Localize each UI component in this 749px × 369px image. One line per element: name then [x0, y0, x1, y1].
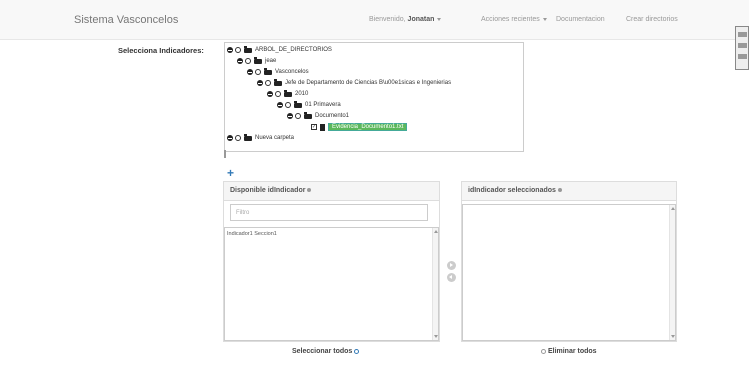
tree-node-label: 2010 — [295, 91, 309, 97]
selected-list[interactable] — [462, 204, 676, 341]
selected-title: idIndicador seleccionados — [468, 187, 556, 194]
tree-node-label: Jefe de Departamento de Ciencias B\u00e1… — [285, 80, 452, 86]
navbar: Sistema Vasconcelos Bienvenido, Jonatan … — [0, 0, 749, 40]
tree-node-label: jeae — [265, 58, 277, 64]
tree-node-selected[interactable]: ✓ Evidencia_Documento1.txt — [311, 122, 408, 132]
folder-icon — [254, 56, 262, 64]
filter-input[interactable]: Filtro — [230, 204, 428, 221]
collapse-icon[interactable] — [267, 91, 273, 97]
checkbox[interactable] — [235, 135, 241, 141]
checkbox[interactable] — [285, 102, 291, 108]
collapse-icon[interactable] — [287, 113, 293, 119]
chevron-down-icon — [437, 17, 442, 21]
checkbox[interactable] — [235, 47, 241, 53]
checkbox[interactable] — [245, 58, 251, 64]
tree-node[interactable]: Nueva carpeta — [227, 133, 294, 143]
tree-node[interactable]: Jefe de Departamento de Ciencias B\u00e1… — [257, 78, 451, 88]
scrollbar[interactable] — [669, 205, 675, 340]
recent-actions-menu[interactable]: Acciones recientes — [481, 16, 547, 23]
checkbox-checked[interactable]: ✓ — [311, 124, 317, 130]
chevron-down-icon — [542, 17, 547, 21]
tree-node[interactable]: Documento1 — [287, 111, 349, 121]
select-all-icon — [354, 348, 360, 354]
tree-node-label: Vasconcelos — [275, 69, 309, 75]
scrollbar[interactable] — [432, 228, 438, 340]
documentation-link[interactable]: Documentacion — [556, 16, 605, 23]
info-icon — [557, 188, 562, 193]
selected-panel: idIndicador seleccionados — [461, 181, 677, 342]
available-list[interactable]: Indicador1 Seccion1 — [224, 227, 439, 341]
remove-all-button[interactable]: Eliminar todos — [541, 348, 597, 355]
collapse-icon[interactable] — [277, 102, 283, 108]
tree-node[interactable]: jeae — [237, 56, 276, 66]
tree-node-label: 01 Primavera — [305, 102, 341, 108]
username: Jonatan — [407, 16, 435, 23]
move-left-button[interactable] — [447, 273, 456, 282]
user-menu[interactable]: Bienvenido, Jonatan — [369, 16, 442, 23]
folder-icon — [244, 45, 252, 53]
selected-header: idIndicador seleccionados — [462, 182, 676, 201]
collapse-icon[interactable] — [227, 135, 233, 141]
tree-node[interactable]: 2010 — [267, 89, 308, 99]
collapse-icon[interactable] — [237, 58, 243, 64]
folder-icon — [284, 89, 292, 97]
create-directories-link[interactable]: Crear directorios — [626, 16, 678, 23]
checkbox[interactable] — [265, 80, 271, 86]
select-all-button[interactable]: Seleccionar todos — [292, 348, 360, 355]
tree-node-label: Nueva carpeta — [255, 135, 295, 141]
select-all-label: Seleccionar todos — [292, 348, 353, 355]
brand[interactable]: Sistema Vasconcelos — [74, 14, 178, 26]
checkbox[interactable] — [275, 91, 281, 97]
indicators-label: Selecciona Indicadores: — [118, 46, 204, 55]
add-icon[interactable]: + — [227, 166, 234, 180]
folder-icon — [274, 78, 282, 86]
available-title: Disponible idIndicador — [230, 187, 306, 194]
folder-icon — [264, 67, 272, 75]
available-header: Disponible idIndicador — [224, 182, 439, 201]
checkbox[interactable] — [255, 69, 261, 75]
tree-node-label: Evidencia_Documento1.txt — [328, 123, 408, 131]
remove-all-label: Eliminar todos — [547, 348, 597, 355]
collapse-icon[interactable] — [227, 47, 233, 53]
tree-node-label: Documento1 — [315, 113, 350, 119]
move-right-button[interactable] — [447, 261, 456, 270]
list-item[interactable]: Indicador1 Seccion1 — [225, 228, 438, 237]
collapse-icon[interactable] — [247, 69, 253, 75]
folder-icon — [244, 133, 252, 141]
checkbox[interactable] — [295, 113, 301, 119]
tree-node[interactable]: ARBOL_DE_DIRECTORIOS — [227, 45, 332, 55]
collapse-icon[interactable] — [257, 80, 263, 86]
file-icon — [320, 123, 325, 131]
directory-tree[interactable]: ARBOL_DE_DIRECTORIOS jeae Vasconcelos Je… — [224, 42, 524, 152]
folder-icon — [304, 111, 312, 119]
tree-node-label: ARBOL_DE_DIRECTORIOS — [255, 47, 332, 53]
info-icon — [307, 188, 312, 193]
resize-handle[interactable] — [224, 150, 226, 158]
side-widget[interactable] — [735, 26, 749, 70]
welcome-prefix: Bienvenido, — [369, 16, 406, 23]
tree-node[interactable]: 01 Primavera — [277, 100, 341, 110]
recent-actions-label: Acciones recientes — [481, 16, 540, 23]
folder-icon — [294, 100, 302, 108]
remove-all-icon — [541, 348, 546, 354]
available-panel: Disponible idIndicador Filtro Indicador1… — [223, 181, 440, 342]
tree-node[interactable]: Vasconcelos — [247, 67, 309, 77]
